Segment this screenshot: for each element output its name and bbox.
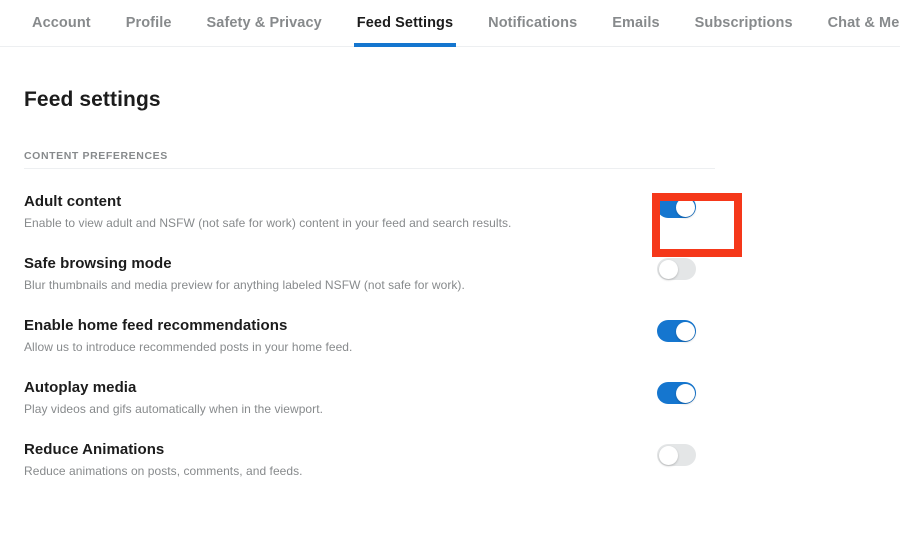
tab-label: Chat & Messaging xyxy=(827,15,900,31)
setting-row-adult-content: Adult content Enable to view adult and N… xyxy=(24,173,715,235)
toggle-knob xyxy=(675,383,695,403)
setting-control xyxy=(657,378,696,404)
setting-label: Safe browsing mode xyxy=(24,255,172,272)
tab-notifications[interactable]: Notifications xyxy=(488,0,577,47)
toggle-reduce-animations[interactable] xyxy=(657,444,696,466)
tab-label: Safety & Privacy xyxy=(206,15,322,31)
setting-label: Autoplay media xyxy=(24,379,137,396)
toggle-safe-browsing-mode[interactable] xyxy=(657,258,696,280)
tab-account[interactable]: Account xyxy=(32,0,91,47)
toggle-knob xyxy=(675,321,695,341)
setting-text: Enable home feed recommendations Allow u… xyxy=(24,316,352,355)
tab-label: Feed Settings xyxy=(356,15,454,31)
tab-subscriptions[interactable]: Subscriptions xyxy=(695,0,793,47)
setting-row-safe-browsing-mode: Safe browsing mode Blur thumbnails and m… xyxy=(24,235,715,297)
toggle-knob xyxy=(658,259,678,279)
setting-text: Reduce Animations Reduce animations on p… xyxy=(24,440,303,479)
setting-label: Adult content xyxy=(24,193,122,210)
setting-description: Blur thumbnails and media preview for an… xyxy=(24,278,465,292)
setting-label: Enable home feed recommendations xyxy=(24,317,288,334)
setting-description: Reduce animations on posts, comments, an… xyxy=(24,464,303,478)
toggle-autoplay-media[interactable] xyxy=(657,382,696,404)
tab-feed-settings[interactable]: Feed Settings xyxy=(353,0,457,47)
setting-row-reduce-animations: Reduce Animations Reduce animations on p… xyxy=(24,421,715,483)
settings-list: Adult content Enable to view adult and N… xyxy=(24,173,876,483)
setting-description: Allow us to introduce recommended posts … xyxy=(24,340,353,354)
section-heading-content-preferences: CONTENT PREFERENCES xyxy=(24,150,168,162)
toggle-knob xyxy=(658,445,678,465)
section-divider xyxy=(24,168,715,169)
tab-profile[interactable]: Profile xyxy=(126,0,172,47)
toggle-home-feed-recommendations[interactable] xyxy=(657,320,696,342)
tab-label: Account xyxy=(32,15,91,31)
tab-chat-messaging[interactable]: Chat & Messaging xyxy=(828,0,900,47)
tab-emails[interactable]: Emails xyxy=(612,0,659,47)
tab-label: Profile xyxy=(125,15,172,31)
tab-label: Subscriptions xyxy=(694,15,793,31)
setting-control xyxy=(657,192,696,218)
tab-active-underline xyxy=(353,42,457,47)
toggle-adult-content[interactable] xyxy=(657,196,696,218)
setting-row-home-feed-recommendations: Enable home feed recommendations Allow u… xyxy=(24,297,715,359)
tab-safety-privacy[interactable]: Safety & Privacy xyxy=(207,0,322,47)
setting-label: Reduce Animations xyxy=(24,441,165,458)
setting-text: Adult content Enable to view adult and N… xyxy=(24,192,511,231)
setting-description: Enable to view adult and NSFW (not safe … xyxy=(24,216,512,230)
setting-control xyxy=(657,440,696,466)
setting-text: Safe browsing mode Blur thumbnails and m… xyxy=(24,254,465,293)
setting-row-autoplay-media: Autoplay media Play videos and gifs auto… xyxy=(24,359,715,421)
settings-tab-bar: Account Profile Safety & Privacy Feed Se… xyxy=(0,0,900,47)
toggle-knob xyxy=(675,197,695,217)
page-title: Feed settings xyxy=(24,88,161,111)
tab-label: Emails xyxy=(612,15,660,31)
setting-text: Autoplay media Play videos and gifs auto… xyxy=(24,378,323,417)
setting-control xyxy=(657,254,696,280)
tab-label: Notifications xyxy=(488,15,578,31)
setting-description: Play videos and gifs automatically when … xyxy=(24,402,323,416)
setting-control xyxy=(657,316,696,342)
feed-settings-panel: Feed settings CONTENT PREFERENCES Adult … xyxy=(0,47,900,483)
